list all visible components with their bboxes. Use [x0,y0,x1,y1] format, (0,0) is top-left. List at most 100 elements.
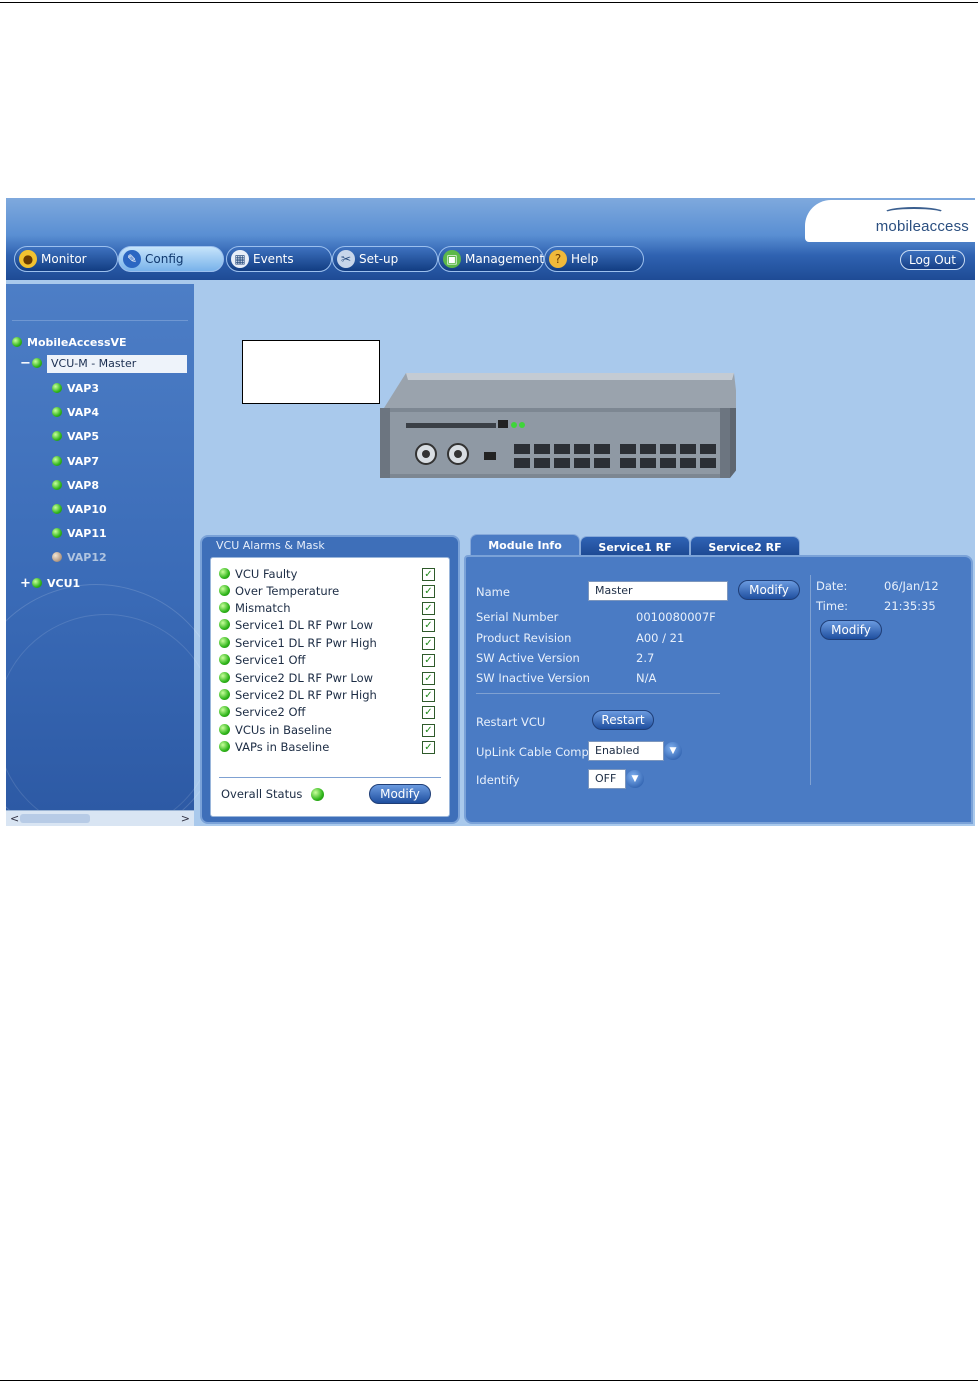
chevron-down-icon[interactable]: ▼ [664,742,682,760]
mask-checkbox[interactable]: ✓ [422,706,435,719]
tab-management[interactable]: ▣ Management [438,246,544,272]
management-icon: ▣ [443,250,461,268]
tab-label: Set-up [359,252,399,266]
alarm-label: Service2 Off [235,705,306,719]
product-revision-label: Product Revision [476,631,572,645]
status-led-icon [32,358,42,368]
mask-checkbox[interactable]: ✓ [422,672,435,685]
logout-button[interactable]: Log Out [899,250,965,270]
mask-checkbox[interactable]: ✓ [422,619,435,632]
panel-title: VCU Alarms & Mask [216,539,325,552]
status-led-icon [32,578,42,588]
tab-label: Monitor [41,252,87,266]
expand-icon[interactable]: + [20,575,31,593]
tree-node-vap8[interactable]: VAP8 [52,477,99,495]
tab-label: Help [571,252,599,266]
status-led-icon [219,724,230,735]
sw-inactive-value: N/A [636,671,657,685]
tree-node-vap5[interactable]: VAP5 [52,428,99,446]
section-divider [476,693,720,694]
alarm-row: Mismatch ✓ [219,600,435,617]
name-input[interactable]: Master [588,581,728,601]
tab-label: Management [465,252,545,266]
mask-checkbox[interactable]: ✓ [422,568,435,581]
alarm-label: Over Temperature [235,584,340,598]
alarm-row: Service1 DL RF Pwr Low ✓ [219,617,435,634]
sw-active-value: 2.7 [636,651,655,665]
date-label: Date: [816,579,848,593]
status-led-icon [219,741,230,752]
serial-number-label: Serial Number [476,610,559,624]
top-bar: mobileaccess ● Monitor ✎ Config ▦ Events… [6,198,975,280]
vcu-alarms-panel: VCU Alarms & Mask VCU Faulty ✓ Over Tempe… [200,535,460,824]
tree-node-vcu-master[interactable]: − VCU-M - Master [20,355,187,373]
tree-node-label: VAP11 [67,527,107,540]
device-tree: MobileAccessVE − VCU-M - Master VAP3 VAP4… [6,284,226,826]
tree-node-label: VAP7 [67,455,99,468]
uplink-cable-label: UpLink Cable Comp. [476,745,593,759]
datetime-modify-button[interactable]: Modify [820,620,882,640]
alarms-modify-button[interactable]: Modify [369,784,431,804]
name-modify-button[interactable]: Modify [738,580,800,600]
top-rule [0,2,978,3]
alarms-list: VCU Faulty ✓ Over Temperature ✓ Mismatch ✓ … [210,557,450,817]
alarm-row: Service2 DL RF Pwr High ✓ [219,687,435,704]
tree-node-vap7[interactable]: VAP7 [52,453,99,471]
tab-setup[interactable]: ✂ Set-up [332,246,438,272]
tree-node-label: MobileAccessVE [27,336,127,349]
tab-label: Config [145,252,184,266]
status-led-icon [52,552,62,562]
status-led-icon [219,568,230,579]
tab-monitor[interactable]: ● Monitor [14,246,118,272]
mask-checkbox[interactable]: ✓ [422,689,435,702]
tree-node-vap12[interactable]: VAP12 [52,549,107,567]
alarm-row: Service1 Off ✓ [219,652,435,669]
mask-checkbox[interactable]: ✓ [422,585,435,598]
identify-label: Identify [476,773,520,787]
scroll-left-icon[interactable]: < [10,811,19,826]
product-revision-value: A00 / 21 [636,631,685,645]
status-led-icon [52,431,62,441]
status-led-icon [52,383,62,393]
tree-node-label: VAP12 [67,551,107,564]
mask-checkbox[interactable]: ✓ [422,602,435,615]
tree-node-vap10[interactable]: VAP10 [52,501,107,519]
tree-horizontal-scrollbar[interactable]: < > [6,810,194,826]
mask-checkbox[interactable]: ✓ [422,637,435,650]
tree-node-root[interactable]: MobileAccessVE [12,334,127,352]
identify-select[interactable]: OFF [588,769,626,789]
tree-node-label: VCU1 [47,577,81,590]
tree-node-label: VAP5 [67,430,99,443]
tree-node-vap11[interactable]: VAP11 [52,525,107,543]
tree-node-vcu1[interactable]: + VCU1 [20,575,80,593]
tab-events[interactable]: ▦ Events [226,246,332,272]
tab-module-info[interactable]: Module Info [470,534,580,556]
chevron-down-icon[interactable]: ▼ [626,770,644,788]
tree-node-label: VCU-M - Master [47,355,187,373]
alarm-row: VCUs in Baseline ✓ [219,722,435,739]
tree-node-vap3[interactable]: VAP3 [52,380,99,398]
status-led-icon [52,504,62,514]
restart-button[interactable]: Restart [592,710,654,730]
mask-checkbox[interactable]: ✓ [422,654,435,667]
bottom-rule [0,1380,978,1381]
alarm-label: Service2 DL RF Pwr Low [235,671,374,685]
tree-node-label: VAP10 [67,503,107,516]
scroll-right-icon[interactable]: > [181,811,190,826]
scroll-thumb[interactable] [20,814,90,823]
alarm-row: VAPs in Baseline ✓ [219,739,435,756]
time-value: 21:35:35 [884,599,936,613]
mask-checkbox[interactable]: ✓ [422,741,435,754]
tab-config[interactable]: ✎ Config [118,246,224,272]
tree-node-vap4[interactable]: VAP4 [52,404,99,422]
time-label: Time: [816,599,849,613]
sw-active-label: SW Active Version [476,651,580,665]
uplink-cable-select[interactable]: Enabled [588,741,664,761]
alarm-row: Service2 DL RF Pwr Low ✓ [219,670,435,687]
mask-checkbox[interactable]: ✓ [422,724,435,737]
status-led-icon [52,407,62,417]
alarm-label: Service1 DL RF Pwr Low [235,618,374,632]
collapse-icon[interactable]: − [20,355,31,373]
tab-help[interactable]: ? Help [544,246,644,272]
events-icon: ▦ [231,250,249,268]
